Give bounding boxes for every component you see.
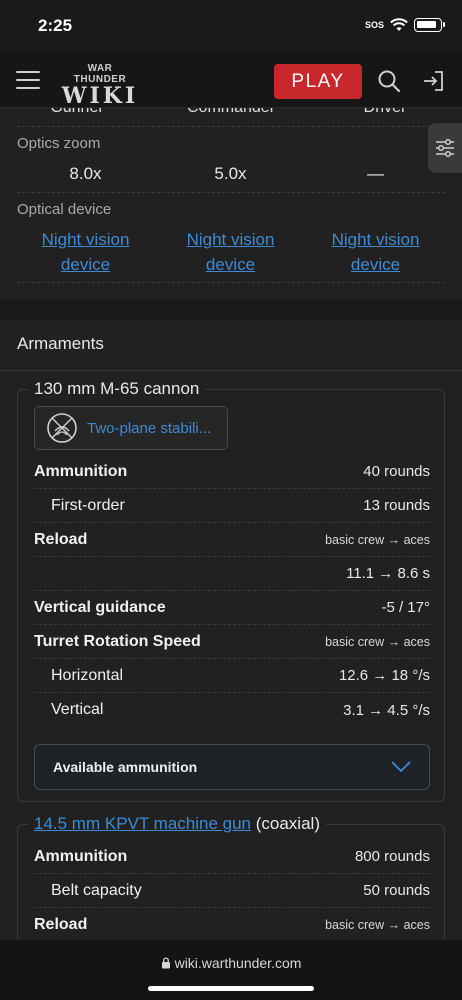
optical-device-driver: Night vision device — [303, 227, 448, 277]
sliders-icon — [436, 139, 454, 157]
stabilizer-button[interactable]: Two-plane stabili... — [34, 406, 228, 450]
optics-zoom-values: 8.0x 5.0x — — [13, 164, 448, 184]
stat-row-belt-capacity: Belt capacity 50 rounds — [34, 874, 430, 908]
optics-card: Gunner Commander Driver Optics zoom 8.0x… — [0, 108, 462, 300]
divider — [0, 370, 462, 371]
machine-gun-link[interactable]: 14.5 mm KPVT machine gun — [34, 814, 251, 833]
stat-label: Turret Rotation Speed — [34, 632, 201, 650]
logo-main-text: WIKI — [61, 83, 139, 109]
night-vision-link-gunner[interactable]: Night vision device — [42, 230, 130, 274]
crew-gunner: Gunner — [0, 108, 154, 117]
stabilizer-icon — [47, 413, 77, 443]
stat-row-reload: Reload basic crew → aces — [34, 523, 430, 557]
stat-row-first-order: First-order 13 rounds — [34, 489, 430, 523]
stat-value: 11.1 → 8.6 s — [346, 565, 430, 582]
url-text: wiki.warthunder.com — [174, 955, 302, 971]
stabilizer-label: Two-plane stabili... — [87, 419, 212, 437]
stat-value: basic crew → aces — [325, 917, 430, 932]
optical-device-commander: Night vision device — [158, 227, 303, 277]
stat-row-reload-value: 11.1 → 8.6 s — [34, 557, 430, 591]
stat-value: 40 rounds — [363, 463, 430, 480]
stat-label: Ammunition — [34, 847, 128, 865]
stat-row-ammunition: Ammunition 40 rounds — [34, 455, 430, 489]
stat-label: Reload — [34, 915, 88, 933]
stat-label: Horizontal — [51, 666, 124, 684]
stat-row-horizontal: Horizontal 12.6 → 18 °/s — [34, 659, 430, 693]
optics-zoom-gunner: 8.0x — [69, 164, 102, 183]
search-icon[interactable] — [376, 68, 402, 94]
crew-driver: Driver — [308, 108, 462, 117]
logo-top-text: WAR THUNDER — [73, 63, 127, 85]
stat-row-turret-rotation: Turret Rotation Speed basic crew → aces — [34, 625, 430, 659]
home-indicator[interactable] — [148, 986, 314, 991]
cannon-section: 130 mm M-65 cannon Two-plane stabili... … — [17, 379, 445, 802]
crew-header-row: Gunner Commander Driver — [0, 108, 462, 117]
wiki-logo[interactable]: WAR THUNDER WIKI — [60, 63, 140, 107]
chevron-down-icon — [391, 761, 411, 773]
machine-gun-mount: (coaxial) — [251, 814, 320, 833]
stat-value: 3.1 → 4.5 °/s — [343, 701, 430, 719]
optics-zoom-commander: 5.0x — [214, 164, 247, 183]
crew-commander: Commander — [154, 108, 308, 117]
stat-row-vertical: Vertical 3.1 → 4.5 °/s — [34, 693, 430, 727]
armaments-title: Armaments — [17, 334, 104, 353]
stat-label: First-order — [51, 496, 125, 514]
divider — [17, 282, 445, 283]
optical-device-gunner: Night vision device — [13, 227, 158, 277]
stat-value: basic crew → aces — [325, 532, 430, 547]
machine-gun-title: 14.5 mm KPVT machine gun (coaxial) — [28, 814, 326, 834]
stat-value: basic crew → aces — [325, 634, 430, 649]
stat-label: Belt capacity — [51, 881, 142, 899]
stat-label: Ammunition — [34, 462, 128, 480]
divider — [17, 126, 445, 127]
url-display: wiki.warthunder.com — [0, 955, 462, 971]
stat-label: Vertical — [51, 701, 104, 718]
divider — [17, 192, 445, 193]
status-time: 2:25 — [38, 16, 73, 35]
stat-row-reload: Reload basic crew → aces — [34, 908, 430, 942]
wifi-icon — [390, 18, 408, 31]
optical-device-values: Night vision device Night vision device Ni… — [13, 227, 448, 277]
armaments-card: Armaments 130 mm M-65 cannon Two-plane s… — [0, 320, 462, 984]
play-button[interactable]: PLAY — [274, 64, 362, 99]
stat-value: 800 rounds — [354, 848, 430, 865]
stat-value: -5 / 17° — [381, 599, 430, 616]
site-header: WAR THUNDER WIKI PLAY — [0, 54, 462, 108]
status-icons: SOS — [364, 18, 445, 32]
stat-value: 13 rounds — [363, 497, 430, 514]
optics-zoom-label: Optics zoom — [17, 135, 101, 152]
night-vision-link-driver[interactable]: Night vision device — [332, 230, 420, 274]
stat-value: 50 rounds — [363, 882, 430, 899]
lock-icon — [161, 957, 170, 969]
battery-icon — [414, 18, 445, 32]
optical-device-label: Optical device — [17, 201, 112, 218]
stat-value: 12.6 → 18 °/s — [338, 667, 430, 684]
available-ammunition-label: Available ammunition — [53, 759, 198, 775]
status-bar: 2:25 SOS — [0, 0, 462, 54]
night-vision-link-commander[interactable]: Night vision device — [187, 230, 275, 274]
browser-url-bar[interactable]: wiki.warthunder.com — [0, 940, 462, 1000]
filter-settings-button[interactable] — [428, 123, 462, 173]
stat-row-ammunition: Ammunition 800 rounds — [34, 840, 430, 874]
stat-label: Reload — [34, 530, 88, 548]
stat-label: Vertical guidance — [34, 598, 166, 616]
menu-icon[interactable] — [16, 71, 40, 91]
login-icon[interactable] — [421, 68, 447, 94]
cannon-title: 130 mm M-65 cannon — [28, 379, 206, 399]
stat-row-vertical-guidance: Vertical guidance -5 / 17° — [34, 591, 430, 625]
optics-zoom-driver: — — [367, 164, 384, 183]
available-ammunition-dropdown[interactable]: Available ammunition — [34, 744, 430, 790]
sos-indicator: SOS — [364, 20, 384, 30]
